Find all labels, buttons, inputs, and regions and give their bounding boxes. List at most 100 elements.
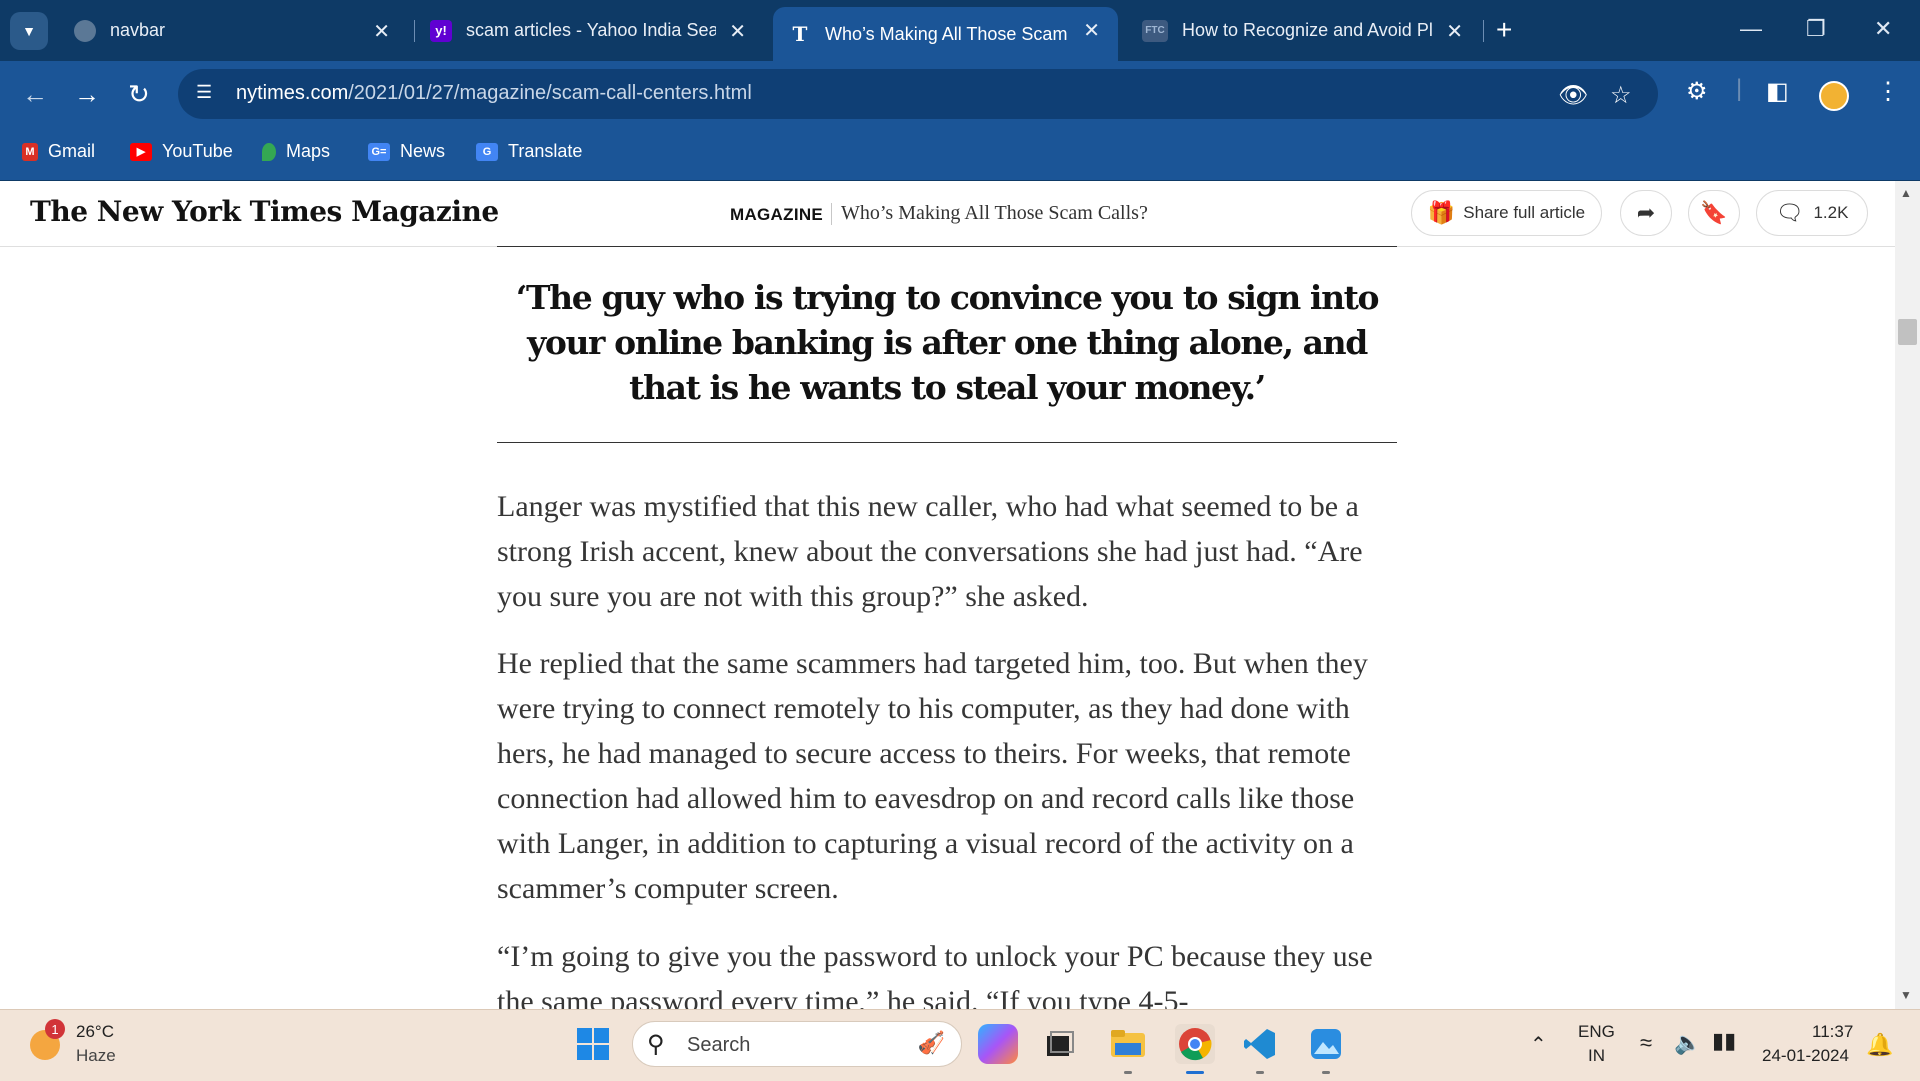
star-icon[interactable]: ☆: [1610, 81, 1632, 110]
comment-icon: 🗨: [1775, 200, 1804, 225]
close-icon[interactable]: ✕: [1446, 19, 1463, 44]
more-menu-icon[interactable]: ⋮: [1876, 77, 1900, 106]
globe-icon: [74, 19, 96, 42]
extensions-icon[interactable]: ⚙: [1686, 77, 1708, 106]
save-button[interactable]: 🔖: [1688, 190, 1740, 236]
url-path: /2021/01/27/magazine/scam-call-centers.h…: [348, 82, 752, 104]
bookmark-gmail[interactable]: M Gmail: [22, 141, 95, 162]
minimize-icon[interactable]: —: [1740, 16, 1762, 42]
search-icon: ⚲: [647, 1031, 665, 1058]
youtube-icon: ▶: [130, 142, 152, 161]
translate-icon: G: [476, 142, 498, 161]
tab-strip: ▼ navbar ✕ y! scam articles - Yahoo Indi…: [0, 0, 1920, 61]
share-full-article-button[interactable]: 🎁 Share full article: [1411, 190, 1602, 236]
scroll-down-icon[interactable]: ▼: [1900, 988, 1912, 1002]
weather-temperature[interactable]: 26°C: [76, 1022, 114, 1042]
ftc-icon: FTC: [1142, 19, 1168, 42]
notification-badge: 1: [45, 1019, 65, 1039]
clock-time[interactable]: 11:37: [1812, 1022, 1853, 1042]
language-region[interactable]: IN: [1588, 1046, 1605, 1066]
eye-off-icon[interactable]: 👁: [1558, 81, 1588, 110]
photos-icon[interactable]: [1306, 1024, 1346, 1064]
section-label[interactable]: MAGAZINE: [730, 205, 823, 225]
new-tab-button[interactable]: +: [1496, 14, 1512, 46]
restore-icon[interactable]: ❐: [1806, 16, 1826, 42]
site-info-icon[interactable]: ☰: [196, 82, 222, 104]
scrollbar-thumb[interactable]: [1898, 319, 1917, 345]
toolbar-divider: |: [1736, 75, 1743, 102]
notification-bell-icon[interactable]: 🔔: [1866, 1032, 1893, 1058]
share-button[interactable]: ➦: [1620, 190, 1672, 236]
bookmark-icon: 🔖: [1700, 200, 1728, 225]
yahoo-icon: y!: [430, 19, 452, 42]
copilot-icon[interactable]: [978, 1024, 1018, 1064]
comment-count: 1.2K: [1813, 203, 1849, 222]
task-view-icon[interactable]: [1040, 1024, 1080, 1064]
close-icon[interactable]: ✕: [1083, 18, 1100, 43]
tab-title: navbar: [110, 20, 166, 40]
tab-nyt-article[interactable]: T Who’s Making All Those Scam ( ✕: [773, 7, 1118, 61]
wifi-icon[interactable]: ≈: [1640, 1030, 1652, 1056]
address-bar[interactable]: ☰ nytimes.com/2021/01/27/magazine/scam-c…: [178, 69, 1658, 119]
url-text[interactable]: nytimes.com/2021/01/27/magazine/scam-cal…: [236, 82, 752, 105]
windows-taskbar: 1 26°C Haze ⚲ Search 🎻 ⌃ ENG IN ≈ 🔈 ▮▮ 1…: [0, 1009, 1920, 1081]
search-placeholder: Search: [687, 1034, 751, 1056]
bookmark-news[interactable]: G= News: [368, 141, 445, 162]
bookmark-label: YouTube: [162, 141, 233, 161]
chrome-icon[interactable]: [1175, 1024, 1215, 1064]
running-indicator: [1256, 1071, 1264, 1074]
running-indicator: [1322, 1071, 1330, 1074]
volume-icon[interactable]: 🔈: [1674, 1030, 1701, 1056]
running-indicator: [1124, 1071, 1132, 1074]
tab-search-button[interactable]: ▼: [10, 12, 48, 50]
tab-yahoo[interactable]: y! scam articles - Yahoo India Sear ✕: [414, 8, 764, 53]
bookmark-youtube[interactable]: ▶ YouTube: [130, 141, 233, 162]
article-paragraph: “I’m going to give you the password to u…: [497, 940, 1373, 1009]
article-paragraph: Langer was mystified that this new calle…: [497, 490, 1363, 613]
tab-title: How to Recognize and Avoid Pl: [1182, 20, 1432, 40]
side-panel-icon[interactable]: ◧: [1766, 77, 1789, 106]
battery-icon[interactable]: ▮▮: [1712, 1028, 1736, 1054]
reload-icon[interactable]: ↻: [128, 79, 150, 110]
tab-ftc[interactable]: FTC How to Recognize and Avoid Pl ✕: [1126, 8, 1481, 53]
avatar[interactable]: [1819, 81, 1849, 111]
tab-navbar[interactable]: navbar ✕: [58, 8, 408, 53]
file-explorer-icon[interactable]: [1108, 1024, 1148, 1064]
bookmark-label: Gmail: [48, 141, 96, 161]
close-icon[interactable]: ✕: [729, 19, 746, 44]
vscode-icon[interactable]: [1240, 1024, 1280, 1064]
comments-button[interactable]: 🗨 1.2K: [1756, 190, 1868, 236]
windows-start-icon[interactable]: [573, 1024, 613, 1064]
news-icon: G=: [368, 142, 390, 161]
pull-quote: ‘The guy who is trying to convince you t…: [515, 278, 1380, 407]
language-code[interactable]: ENG: [1578, 1022, 1615, 1042]
page-scrollbar[interactable]: [1895, 181, 1920, 1009]
nyt-magazine-logo[interactable]: The New York Times Magazine: [30, 195, 499, 228]
nyt-header: The New York Times Magazine MAGAZINE Who…: [0, 181, 1895, 247]
close-window-icon[interactable]: ✕: [1874, 16, 1892, 42]
pullquote-top-rule: [497, 246, 1397, 247]
forward-icon[interactable]: →: [74, 79, 100, 110]
active-indicator: [1186, 1071, 1204, 1074]
bookmarks-bar: M Gmail ▶ YouTube Maps G= News G Transla…: [0, 127, 1920, 181]
clock-date[interactable]: 24-01-2024: [1762, 1046, 1849, 1066]
close-icon[interactable]: ✕: [373, 19, 390, 44]
weather-description[interactable]: Haze: [76, 1046, 116, 1066]
back-icon[interactable]: ←: [22, 79, 48, 110]
scroll-up-icon[interactable]: ▲: [1900, 186, 1912, 200]
bookmark-maps[interactable]: Maps: [262, 141, 330, 162]
bookmark-label: Maps: [286, 141, 331, 161]
article-paragraph: He replied that the same scammers had ta…: [497, 647, 1368, 905]
chevron-up-icon[interactable]: ⌃: [1530, 1032, 1547, 1057]
url-host: nytimes.com: [236, 82, 349, 104]
gift-icon: 🎁: [1427, 200, 1456, 225]
header-divider: [831, 203, 832, 225]
nyt-icon: T: [792, 22, 808, 46]
taskbar-search-box[interactable]: ⚲ Search 🎻: [632, 1021, 962, 1067]
chevron-down-icon: ▼: [22, 23, 36, 39]
bookmark-translate[interactable]: G Translate: [476, 141, 582, 162]
share-label: Share full article: [1463, 203, 1586, 222]
pullquote-bottom-rule: [497, 442, 1397, 443]
maps-icon: [262, 142, 276, 161]
bookmark-label: Translate: [508, 141, 583, 161]
